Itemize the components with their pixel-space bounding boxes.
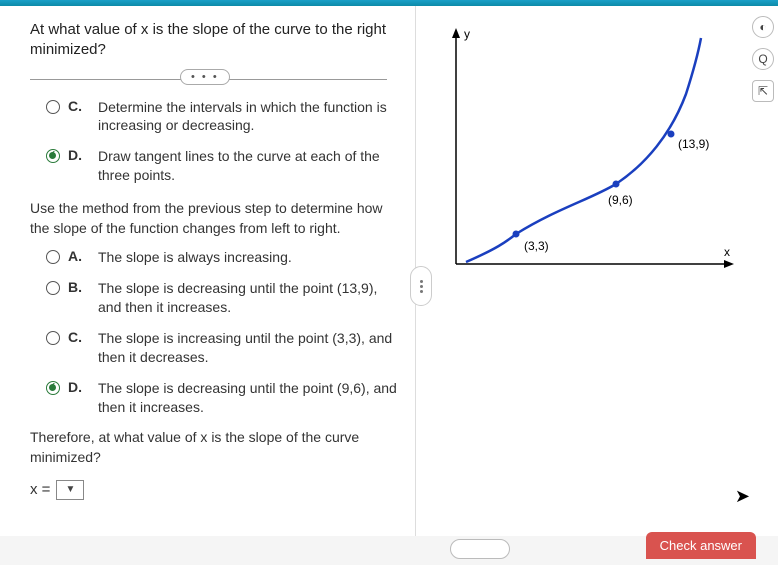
option-g2-b[interactable]: B. The slope is decreasing until the poi…: [46, 279, 397, 317]
side-toolbar: ◐ Q ⇱: [752, 16, 774, 102]
option-text: The slope is increasing until the point …: [98, 329, 397, 367]
graph-panel: y x (3,3) (9,6) (13,9): [415, 6, 778, 536]
option-g1-c[interactable]: C. Determine the intervals in which the …: [46, 98, 397, 136]
zoom-button[interactable]: Q: [752, 48, 774, 70]
curve-graph: y x (3,3) (9,6) (13,9): [436, 24, 736, 284]
magnifier-icon: Q: [758, 52, 767, 66]
section-divider: • • •: [30, 79, 397, 80]
y-axis-label: y: [464, 27, 470, 41]
point-label-2: (9,6): [608, 193, 633, 207]
panel-drag-handle[interactable]: [410, 266, 432, 306]
option-text: The slope is always increasing.: [98, 248, 292, 267]
option-text: The slope is decreasing until the point …: [98, 279, 397, 317]
data-point: [513, 231, 520, 238]
answer-row: x = ▼: [30, 480, 397, 500]
question-title: At what value of x is the slope of the c…: [30, 20, 397, 61]
radio-icon[interactable]: [46, 281, 60, 295]
check-answer-button[interactable]: Check answer: [646, 532, 756, 559]
option-letter: C.: [68, 98, 86, 114]
radio-icon[interactable]: [46, 250, 60, 264]
option-letter: B.: [68, 279, 86, 295]
option-text: Draw tangent lines to the curve at each …: [98, 147, 397, 185]
popout-button[interactable]: ⇱: [752, 80, 774, 102]
option-g2-a[interactable]: A. The slope is always increasing.: [46, 248, 397, 267]
question-panel: At what value of x is the slope of the c…: [0, 6, 415, 536]
point-label-1: (3,3): [524, 239, 549, 253]
option-letter: C.: [68, 329, 86, 345]
data-point: [613, 181, 620, 188]
contrast-icon: ◐: [759, 20, 766, 34]
radio-icon[interactable]: [46, 331, 60, 345]
point-label-3: (13,9): [678, 137, 709, 151]
mouse-cursor-icon: ➤: [735, 486, 750, 507]
option-g1-d[interactable]: D. Draw tangent lines to the curve at ea…: [46, 147, 397, 185]
option-text: The slope is decreasing until the point …: [98, 379, 397, 417]
x-axis-label: x: [724, 245, 730, 259]
sub-prompt: Use the method from the previous step to…: [30, 199, 397, 238]
footer-pill[interactable]: [450, 539, 510, 559]
radio-checked-icon[interactable]: [46, 381, 60, 395]
option-g2-d[interactable]: D. The slope is decreasing until the poi…: [46, 379, 397, 417]
data-point: [668, 131, 675, 138]
popout-icon: ⇱: [758, 84, 768, 98]
contrast-toggle-button[interactable]: ◐: [752, 16, 774, 38]
option-g2-c[interactable]: C. The slope is increasing until the poi…: [46, 329, 397, 367]
answer-prefix: x =: [30, 481, 50, 498]
final-prompt: Therefore, at what value of x is the slo…: [30, 428, 397, 467]
option-letter: D.: [68, 379, 86, 395]
expand-dots-button[interactable]: • • •: [180, 69, 230, 85]
content-area: At what value of x is the slope of the c…: [0, 6, 778, 536]
option-letter: A.: [68, 248, 86, 264]
curve-path: [466, 38, 701, 262]
radio-checked-icon[interactable]: [46, 149, 60, 163]
answer-dropdown[interactable]: ▼: [56, 480, 84, 500]
chevron-down-icon: ▼: [65, 484, 75, 495]
option-text: Determine the intervals in which the fun…: [98, 98, 397, 136]
radio-icon[interactable]: [46, 100, 60, 114]
option-letter: D.: [68, 147, 86, 163]
